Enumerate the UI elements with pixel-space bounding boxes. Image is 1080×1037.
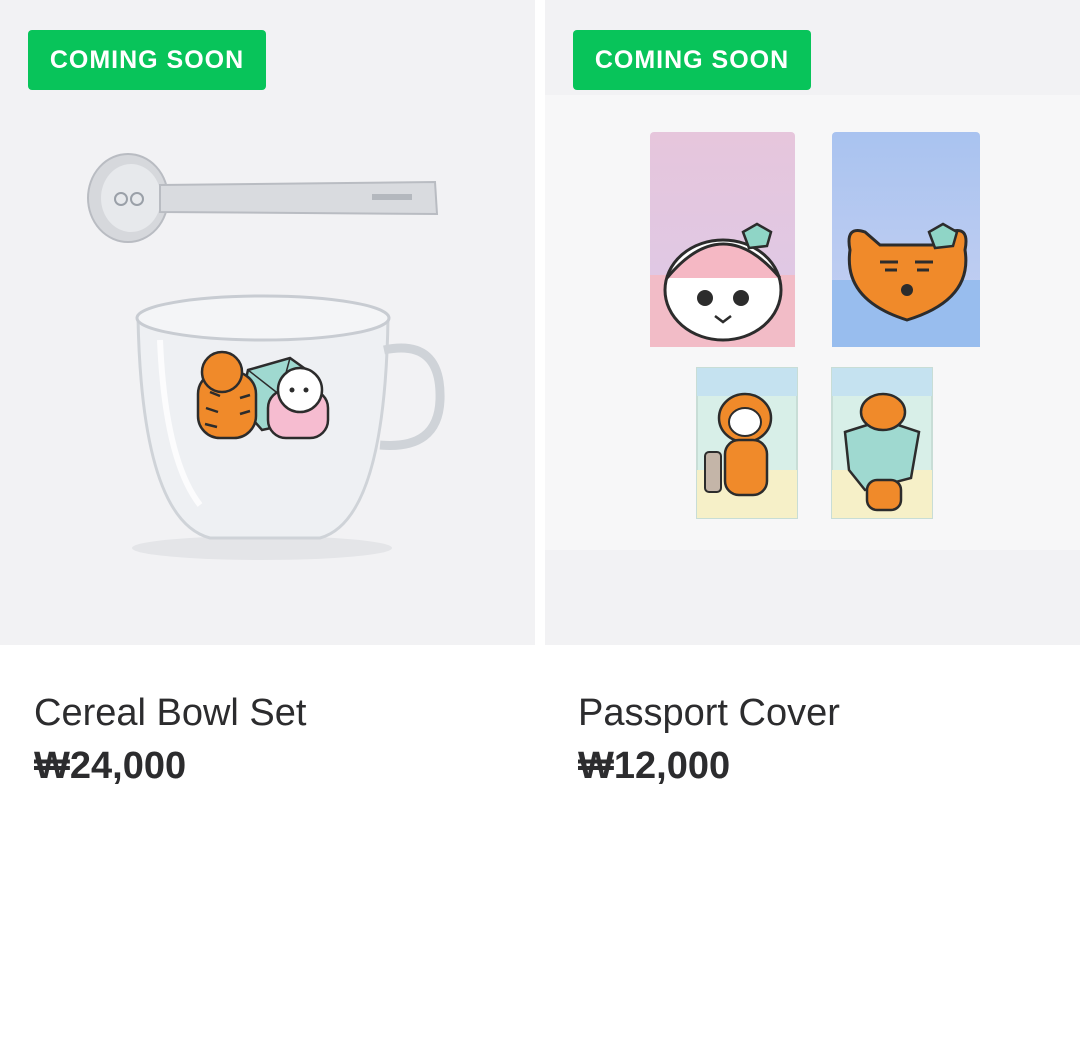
passport-cover-illustration: [545, 95, 1080, 550]
cereal-bowl-illustration: [87, 153, 445, 560]
coming-soon-badge: COMING SOON: [28, 30, 266, 90]
photo-card-icon: [831, 367, 933, 519]
product-price: ₩24,000: [34, 745, 187, 787]
product-image-passport-cover[interactable]: COMING SOON: [545, 0, 1080, 645]
product-card-cereal-bowl-set[interactable]: COMING SOON Cereal Bowl Set ₩24,000: [0, 0, 535, 1037]
product-card-passport-cover[interactable]: COMING SOON Passport Cover ₩12,000: [545, 0, 1080, 1037]
spoon-icon: [87, 153, 439, 243]
product-image-cereal-bowl-set[interactable]: COMING SOON: [0, 0, 535, 645]
product-name[interactable]: Passport Cover: [578, 692, 840, 735]
coming-soon-badge: COMING SOON: [573, 30, 811, 90]
pink-passport-icon: [650, 132, 795, 347]
product-price: ₩12,000: [578, 745, 731, 787]
blue-passport-icon: [832, 132, 980, 347]
product-name[interactable]: Cereal Bowl Set: [34, 692, 306, 735]
photo-card-icon: [696, 367, 798, 519]
product-grid: COMING SOON Cereal Bowl Set ₩24,000 COMI…: [0, 0, 1080, 1037]
